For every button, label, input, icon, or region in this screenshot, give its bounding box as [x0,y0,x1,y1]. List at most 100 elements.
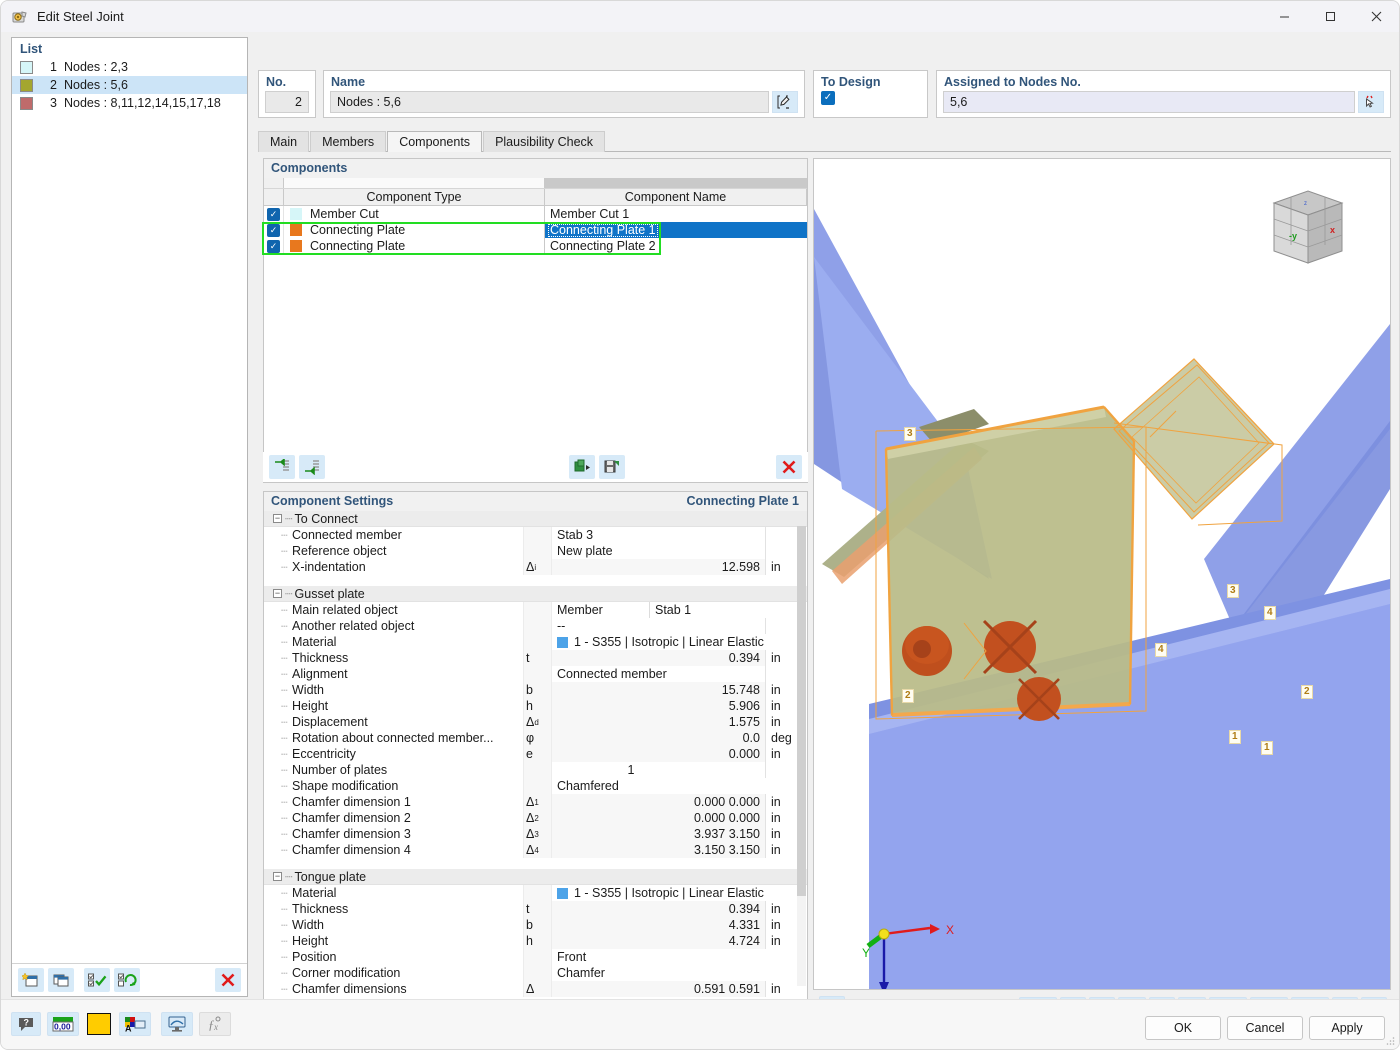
collapse-icon[interactable]: − [273,872,282,881]
setting-row[interactable]: Chamfer dimension 3 Δ3 3.937 3.150 in [264,826,807,842]
setting-value[interactable]: Member [552,602,649,618]
setting-row[interactable]: Height h 4.724 in [264,933,807,949]
display-properties-button[interactable]: A [119,1012,151,1036]
move-up-button[interactable] [269,455,295,479]
color-swatch-button[interactable] [85,1012,113,1036]
pick-nodes-icon[interactable] [1358,91,1384,113]
setting-value[interactable]: 3.937 3.150 [552,826,765,842]
list-item[interactable]: 3 Nodes : 8,11,12,14,15,17,18 [12,94,247,112]
joint-3d-view[interactable]: -y x z X Y Z 3 3 4 [813,158,1391,990]
setting-row[interactable]: Width b 4.331 in [264,917,807,933]
edit-pencil-icon[interactable] [772,91,798,113]
resize-grip[interactable] [1385,1036,1395,1046]
table-row[interactable]: ✓ Connecting Plate Connecting Plate 2 [264,238,807,254]
setting-row[interactable]: Eccentricity e 0.000 in [264,746,807,762]
settings-scrollbar-thumb[interactable] [797,526,806,896]
settings-scrollbar[interactable] [797,526,806,986]
move-down-button[interactable] [299,455,325,479]
row-component-name[interactable]: Connecting Plate 2 [545,238,807,254]
row-component-name[interactable]: Connecting Plate 1 [545,222,807,238]
list-item[interactable]: 2 Nodes : 5,6 [12,76,247,94]
setting-row[interactable]: Another related object -- [264,618,807,634]
setting-row[interactable]: Chamfer dimensions Δ 0.591 0.591 in [264,981,807,997]
setting-value[interactable]: Chamfered [552,778,807,794]
setting-row[interactable]: Alignment Connected member [264,666,807,682]
setting-value[interactable]: 0.0 [552,730,765,746]
setting-value[interactable]: 0.394 [552,650,765,666]
setting-value[interactable]: 1 [552,762,765,778]
column-header-component-name[interactable]: Component Name [545,189,807,205]
setting-row[interactable]: Height h 5.906 in [264,698,807,714]
setting-row[interactable]: Chamfer dimension 2 Δ2 0.000 0.000 in [264,810,807,826]
setting-row[interactable]: Connected member Stab 3 [264,527,807,543]
setting-value[interactable]: -- [552,618,765,634]
cancel-button[interactable]: Cancel [1227,1016,1303,1040]
help-button[interactable]: ? [11,1012,41,1036]
units-button[interactable]: 0,00 [47,1012,79,1036]
row-enabled-checkbox[interactable]: ✓ [264,206,284,222]
setting-row[interactable]: Position Front [264,949,807,965]
setting-value[interactable]: 1 - S355 | Isotropic | Linear Elastic [552,634,807,650]
setting-value[interactable]: Chamfer [552,965,807,981]
list-item[interactable]: 1 Nodes : 2,3 [12,58,247,76]
joint-name-input[interactable]: Nodes : 5,6 [330,91,769,113]
apply-button[interactable]: Apply [1309,1016,1385,1040]
setting-value[interactable]: 3.150 3.150 [552,842,765,858]
setting-row[interactable]: Thickness t 0.394 in [264,650,807,666]
collapse-icon[interactable]: − [273,589,282,598]
setting-row[interactable]: Material 1 - S355 | Isotropic | Linear E… [264,885,807,901]
settings-group-gusset-plate[interactable]: −┈ Gusset plate [264,586,807,602]
setting-value[interactable]: 1 - S355 | Isotropic | Linear Elastic [552,885,807,901]
row-enabled-checkbox[interactable]: ✓ [264,238,284,254]
formula-button[interactable]: ƒ x [199,1012,231,1036]
check-all-button[interactable] [84,968,110,992]
setting-value-secondary[interactable]: Stab 1 [649,602,779,618]
to-design-checkbox[interactable]: ✓ [821,91,835,105]
tab-members[interactable]: Members [310,131,386,152]
copy-joint-button[interactable] [48,968,74,992]
setting-value[interactable]: 4.331 [552,917,765,933]
settings-group-tongue-plate[interactable]: −┈ Tongue plate [264,869,807,885]
setting-value[interactable]: 0.000 0.000 [552,810,765,826]
delete-joint-button[interactable] [215,968,241,992]
setting-row[interactable]: Material 1 - S355 | Isotropic | Linear E… [264,634,807,650]
ok-button[interactable]: OK [1145,1016,1221,1040]
setting-value[interactable]: 12.598 [552,559,765,575]
setting-row[interactable]: X-indentation Δi 12.598 in [264,559,807,575]
import-component-button[interactable] [569,455,595,479]
setting-row[interactable]: Width b 15.748 in [264,682,807,698]
row-enabled-checkbox[interactable]: ✓ [264,222,284,238]
tab-plausibility-check[interactable]: Plausibility Check [483,131,605,152]
settings-group-to-connect[interactable]: −┈ To Connect [264,511,807,527]
setting-row[interactable]: Chamfer dimension 4 Δ4 3.150 3.150 in [264,842,807,858]
delete-component-button[interactable] [776,455,802,479]
column-header-component-type[interactable]: Component Type [284,189,545,205]
setting-value[interactable]: 4.724 [552,933,765,949]
setting-value[interactable]: Connected member [552,666,765,682]
save-component-button[interactable] [599,455,625,479]
close-button[interactable] [1353,1,1399,32]
setting-row[interactable]: Main related object Member Stab 1 [264,602,807,618]
joint-no-input[interactable]: 2 [265,91,309,113]
table-row[interactable]: ✓ Member Cut Member Cut 1 [264,206,807,222]
tab-components[interactable]: Components [387,131,482,152]
setting-row[interactable]: Shape modification Chamfered [264,778,807,794]
setting-value[interactable]: New plate [552,543,765,559]
setting-value[interactable]: 1.575 [552,714,765,730]
setting-value[interactable]: 0.000 0.000 [552,794,765,810]
setting-row[interactable]: Thickness t 0.394 in [264,901,807,917]
row-component-name[interactable]: Member Cut 1 [545,206,807,222]
setting-value[interactable]: Stab 3 [552,527,765,543]
visual-settings-button[interactable] [161,1012,193,1036]
setting-value[interactable]: 0.591 0.591 [552,981,765,997]
assigned-nodes-input[interactable]: 5,6 [943,91,1355,113]
minimize-button[interactable] [1261,1,1307,32]
setting-value[interactable]: 0.000 [552,746,765,762]
table-row[interactable]: ✓ Connecting Plate Connecting Plate 1 [264,222,807,238]
setting-value[interactable]: Front [552,949,807,965]
refresh-all-button[interactable] [114,968,140,992]
setting-row[interactable]: Number of plates 1 [264,762,807,778]
setting-row[interactable]: Reference object New plate [264,543,807,559]
setting-row[interactable]: Rotation about connected member... φ 0.0… [264,730,807,746]
tab-main[interactable]: Main [258,131,309,152]
